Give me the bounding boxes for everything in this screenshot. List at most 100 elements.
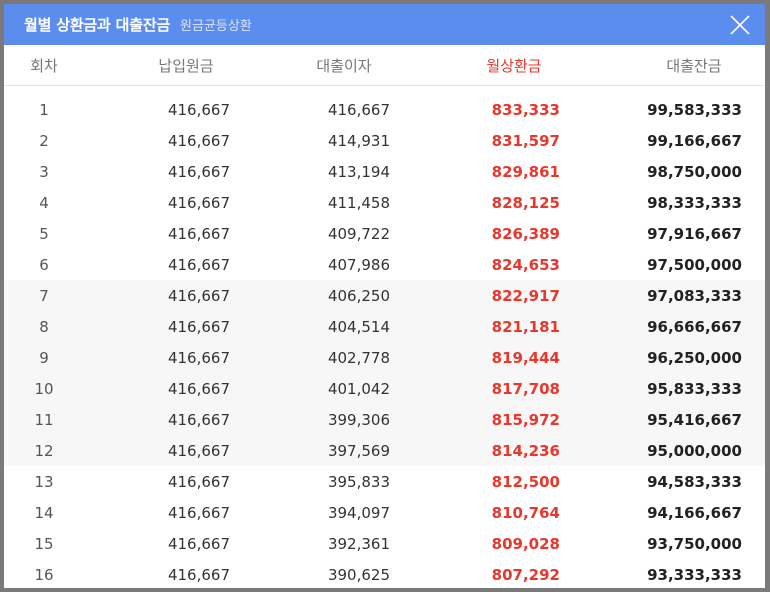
table-row: 14 416,667 394,097 810,764 94,166,667 bbox=[4, 497, 765, 528]
cell-round: 14 bbox=[34, 503, 54, 522]
table-row: 9 416,667 402,778 819,444 96,250,000 bbox=[4, 342, 765, 373]
cell-interest: 414,931 bbox=[327, 131, 390, 150]
table-row: 11 416,667 399,306 815,972 95,416,667 bbox=[4, 404, 765, 435]
cell-balance: 95,000,000 bbox=[647, 441, 742, 460]
table-row: 15 416,667 392,361 809,028 93,750,000 bbox=[4, 528, 765, 559]
cell-balance: 96,666,667 bbox=[647, 317, 742, 336]
table-row: 8 416,667 404,514 821,181 96,666,667 bbox=[4, 311, 765, 342]
cell-interest: 416,667 bbox=[327, 100, 390, 119]
cell-interest: 390,625 bbox=[327, 565, 390, 584]
table-header: 회차 납입원금 대출이자 월상환금 대출잔금 bbox=[4, 45, 765, 86]
column-header-interest: 대출이자 bbox=[316, 56, 372, 75]
table-row: 10 416,667 401,042 817,708 95,833,333 bbox=[4, 373, 765, 404]
cell-principal: 416,667 bbox=[167, 255, 230, 274]
cell-balance: 99,166,667 bbox=[647, 131, 742, 150]
cell-interest: 411,458 bbox=[327, 193, 390, 212]
cell-round: 2 bbox=[39, 131, 49, 150]
cell-interest: 402,778 bbox=[327, 348, 390, 367]
modal-header: 월별 상환금과 대출잔금 원금균등상환 bbox=[4, 4, 765, 45]
cell-principal: 416,667 bbox=[167, 441, 230, 460]
cell-balance: 95,416,667 bbox=[647, 410, 742, 429]
table-row: 4 416,667 411,458 828,125 98,333,333 bbox=[4, 187, 765, 218]
cell-principal: 416,667 bbox=[167, 565, 230, 584]
cell-principal: 416,667 bbox=[167, 286, 230, 305]
column-header-monthly-payment: 월상환금 bbox=[486, 56, 542, 75]
cell-interest: 407,986 bbox=[327, 255, 390, 274]
cell-round: 12 bbox=[34, 441, 54, 460]
table-row: 5 416,667 409,722 826,389 97,916,667 bbox=[4, 218, 765, 249]
cell-principal: 416,667 bbox=[167, 100, 230, 119]
cell-round: 10 bbox=[34, 379, 54, 398]
cell-principal: 416,667 bbox=[167, 224, 230, 243]
column-header-round: 회차 bbox=[30, 56, 58, 75]
cell-interest: 392,361 bbox=[327, 534, 390, 553]
cell-monthly-payment: 814,236 bbox=[491, 441, 560, 460]
repayment-schedule-modal: 월별 상환금과 대출잔금 원금균등상환 회차 납입원금 대출이자 월상환금 대출… bbox=[4, 4, 765, 588]
cell-interest: 397,569 bbox=[327, 441, 390, 460]
cell-round: 7 bbox=[39, 286, 49, 305]
cell-principal: 416,667 bbox=[167, 534, 230, 553]
cell-principal: 416,667 bbox=[167, 193, 230, 212]
cell-monthly-payment: 822,917 bbox=[491, 286, 560, 305]
cell-principal: 416,667 bbox=[167, 379, 230, 398]
cell-balance: 94,166,667 bbox=[647, 503, 742, 522]
cell-principal: 416,667 bbox=[167, 162, 230, 181]
cell-round: 16 bbox=[34, 565, 54, 584]
cell-interest: 404,514 bbox=[327, 317, 390, 336]
cell-balance: 98,333,333 bbox=[647, 193, 742, 212]
cell-round: 5 bbox=[39, 224, 49, 243]
table-row: 16 416,667 390,625 807,292 93,333,333 bbox=[4, 559, 765, 588]
cell-balance: 96,250,000 bbox=[647, 348, 742, 367]
table-row: 3 416,667 413,194 829,861 98,750,000 bbox=[4, 156, 765, 187]
modal-subtitle: 원금균등상환 bbox=[180, 19, 252, 34]
cell-balance: 97,083,333 bbox=[647, 286, 742, 305]
cell-interest: 399,306 bbox=[327, 410, 390, 429]
cell-monthly-payment: 819,444 bbox=[491, 348, 560, 367]
table-body[interactable]: 1 416,667 416,667 833,333 99,583,333 2 416,667… bbox=[4, 86, 765, 588]
table-row: 6 416,667 407,986 824,653 97,500,000 bbox=[4, 249, 765, 280]
cell-interest: 413,194 bbox=[327, 162, 390, 181]
cell-round: 11 bbox=[34, 410, 54, 429]
cell-principal: 416,667 bbox=[167, 410, 230, 429]
cell-monthly-payment: 821,181 bbox=[491, 317, 560, 336]
cell-interest: 409,722 bbox=[327, 224, 390, 243]
cell-monthly-payment: 817,708 bbox=[491, 379, 560, 398]
cell-balance: 94,583,333 bbox=[647, 472, 742, 491]
close-button[interactable] bbox=[729, 14, 751, 36]
cell-principal: 416,667 bbox=[167, 317, 230, 336]
cell-monthly-payment: 815,972 bbox=[491, 410, 560, 429]
column-header-balance: 대출잔금 bbox=[666, 56, 722, 75]
cell-interest: 406,250 bbox=[327, 286, 390, 305]
cell-balance: 93,750,000 bbox=[647, 534, 742, 553]
cell-monthly-payment: 831,597 bbox=[491, 131, 560, 150]
cell-round: 3 bbox=[39, 162, 49, 181]
cell-monthly-payment: 807,292 bbox=[491, 565, 560, 584]
table-row: 13 416,667 395,833 812,500 94,583,333 bbox=[4, 466, 765, 497]
cell-round: 6 bbox=[39, 255, 49, 274]
cell-monthly-payment: 829,861 bbox=[491, 162, 560, 181]
cell-balance: 97,916,667 bbox=[647, 224, 742, 243]
cell-round: 4 bbox=[39, 193, 49, 212]
table-row: 2 416,667 414,931 831,597 99,166,667 bbox=[4, 125, 765, 156]
table-row: 1 416,667 416,667 833,333 99,583,333 bbox=[4, 94, 765, 125]
cell-monthly-payment: 828,125 bbox=[491, 193, 560, 212]
cell-round: 1 bbox=[39, 100, 49, 119]
cell-balance: 95,833,333 bbox=[647, 379, 742, 398]
cell-balance: 99,583,333 bbox=[647, 100, 742, 119]
modal-title: 월별 상환금과 대출잔금 bbox=[24, 16, 171, 34]
cell-balance: 93,333,333 bbox=[647, 565, 742, 584]
cell-monthly-payment: 824,653 bbox=[491, 255, 560, 274]
cell-balance: 98,750,000 bbox=[647, 162, 742, 181]
cell-principal: 416,667 bbox=[167, 131, 230, 150]
cell-monthly-payment: 826,389 bbox=[491, 224, 560, 243]
column-header-principal: 납입원금 bbox=[158, 56, 214, 75]
cell-principal: 416,667 bbox=[167, 503, 230, 522]
cell-interest: 394,097 bbox=[327, 503, 390, 522]
cell-monthly-payment: 833,333 bbox=[491, 100, 560, 119]
cell-round: 8 bbox=[39, 317, 49, 336]
close-icon bbox=[730, 15, 750, 35]
cell-round: 15 bbox=[34, 534, 54, 553]
table-row: 7 416,667 406,250 822,917 97,083,333 bbox=[4, 280, 765, 311]
cell-round: 9 bbox=[39, 348, 49, 367]
cell-principal: 416,667 bbox=[167, 472, 230, 491]
